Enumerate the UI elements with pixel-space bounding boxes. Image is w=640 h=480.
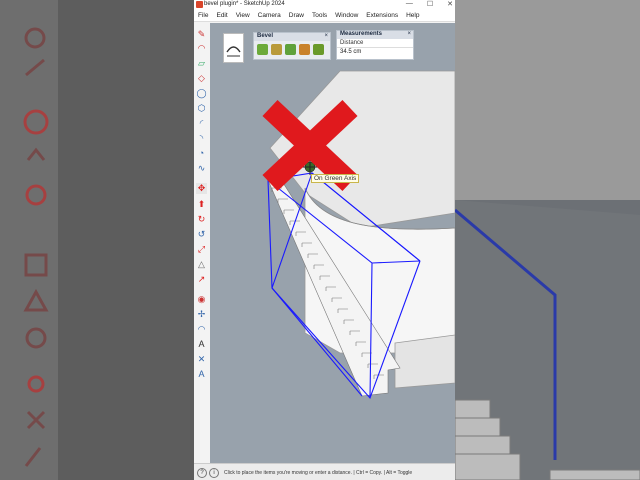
blurred-stairs: [455, 200, 640, 480]
blurred-left-backdrop: [0, 0, 194, 480]
follow-me-icon[interactable]: ↺: [196, 229, 207, 240]
two-point-arc-icon[interactable]: ◜: [196, 118, 207, 129]
tape-measure-icon[interactable]: ◉: [196, 294, 207, 305]
menu-bar: File Edit View Camera Draw Tools Window …: [194, 10, 455, 22]
bevel-panel-close-button[interactable]: ×: [324, 33, 328, 39]
status-message: Click to place the items you're moving o…: [224, 470, 413, 476]
bevel-settings-icon[interactable]: [313, 44, 324, 55]
pie-icon[interactable]: ◔: [196, 148, 207, 159]
floor-slab: [394, 334, 455, 389]
mini-tool-panel: [223, 33, 244, 63]
geo-location-icon[interactable]: ?: [197, 468, 207, 478]
menu-edit[interactable]: Edit: [216, 12, 227, 19]
measurements-input[interactable]: 34.5 cm: [337, 48, 413, 56]
text-icon[interactable]: A: [196, 339, 207, 350]
measurements-title: Measurements: [340, 31, 383, 37]
menu-help[interactable]: Help: [406, 12, 419, 19]
tool-palette: ✎ ◠ ▱ ◇ ◯ ⬡ ◜ ◝ ◔ ∿ ✥ ⬆ ↻ ↺ ⤢ △ ↗ ◉ ✢ ◠ …: [194, 23, 210, 463]
arc-icon[interactable]: ◠: [196, 43, 207, 54]
pencil-icon[interactable]: ✎: [196, 29, 207, 40]
bevel-edges-icon[interactable]: [257, 44, 268, 55]
measurements-label: Distance: [337, 39, 413, 48]
close-button[interactable]: ✕: [447, 0, 453, 8]
polygon-icon[interactable]: ⬡: [196, 103, 207, 114]
menu-view[interactable]: View: [236, 12, 250, 19]
measurements-panel: Measurements × Distance 34.5 cm: [336, 30, 414, 60]
blurred-tool-icons: [23, 27, 49, 467]
title-bar: bevel plugin* - SketchUp 2024 — ☐ ✕: [194, 0, 455, 10]
sketchup-logo-icon: [196, 1, 203, 8]
freehand-icon[interactable]: ∿: [196, 163, 207, 174]
measurements-close-button[interactable]: ×: [407, 31, 411, 37]
info-icon[interactable]: i: [209, 468, 219, 478]
sketchup-window: bevel plugin* - SketchUp 2024 — ☐ ✕ File…: [194, 0, 455, 480]
maximize-button[interactable]: ☐: [427, 0, 433, 8]
bevel-corners-icon[interactable]: [271, 44, 282, 55]
modeling-viewport[interactable]: Bevel × Measurements × Distance 34.5 cm …: [210, 23, 455, 463]
axes-icon[interactable]: ✕: [196, 354, 207, 365]
bevel-toolbar: Bevel ×: [253, 32, 331, 60]
menu-camera[interactable]: Camera: [258, 12, 281, 19]
three-point-arc-icon[interactable]: ◝: [196, 133, 207, 144]
menu-window[interactable]: Window: [335, 12, 358, 19]
protractor-icon[interactable]: ◠: [196, 324, 207, 335]
window-title: bevel plugin* - SketchUp 2024: [204, 1, 285, 7]
bevel-faces-icon[interactable]: [285, 44, 296, 55]
bevel-panel-title: Bevel: [257, 33, 274, 39]
offset-icon[interactable]: △: [196, 259, 207, 270]
rotated-rectangle-icon[interactable]: ◇: [196, 73, 207, 84]
inference-tooltip: On Green Axis: [311, 174, 360, 183]
scale-icon[interactable]: ⤢: [196, 244, 207, 255]
rotate-icon[interactable]: ↻: [196, 214, 207, 225]
3d-text-icon[interactable]: A: [196, 369, 207, 380]
arc-tool-icon[interactable]: [224, 34, 243, 62]
menu-tools[interactable]: Tools: [312, 12, 327, 19]
menu-extensions[interactable]: Extensions: [366, 12, 398, 19]
push-pull-icon[interactable]: ⬆: [196, 199, 207, 210]
dimension-icon[interactable]: ✢: [196, 309, 207, 320]
flip-icon[interactable]: ↗: [196, 274, 207, 285]
blurred-right-backdrop: [455, 0, 640, 480]
status-bar: ? i Click to place the items you're movi…: [194, 463, 455, 480]
menu-draw[interactable]: Draw: [289, 12, 304, 19]
scene-drawing: [262, 70, 455, 400]
bevel-fillet-icon[interactable]: [299, 44, 310, 55]
circle-icon[interactable]: ◯: [196, 88, 207, 99]
menu-file[interactable]: File: [198, 12, 208, 19]
move-icon[interactable]: ✥: [196, 183, 207, 194]
minimize-button[interactable]: —: [406, 0, 413, 8]
rectangle-icon[interactable]: ▱: [196, 58, 207, 69]
